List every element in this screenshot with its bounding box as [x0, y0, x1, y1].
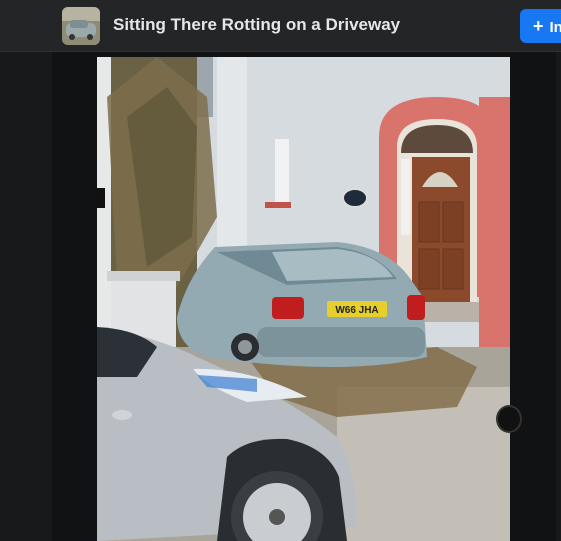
license-plate-text: W66 JHA — [335, 305, 378, 316]
photo-edge-marker — [97, 188, 105, 208]
primary-action-button[interactable]: + In — [520, 9, 561, 43]
plus-icon: + — [533, 16, 544, 36]
driveway-scene-image: W66 JHA — [97, 57, 510, 541]
post-title: Sitting There Rotting on a Driveway — [113, 15, 401, 34]
primary-action-label: In — [549, 19, 561, 36]
post-photo[interactable]: W66 JHA — [97, 57, 510, 541]
media-nav-button[interactable] — [496, 405, 522, 433]
post-header: Sitting There Rotting on a Driveway + In — [0, 0, 561, 52]
post-thumbnail[interactable] — [62, 7, 100, 45]
